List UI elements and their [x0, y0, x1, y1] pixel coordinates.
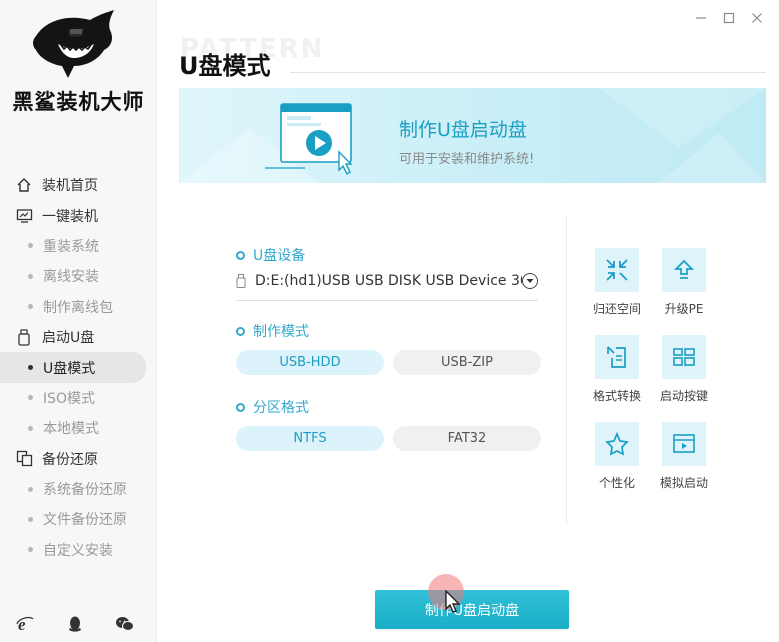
tool-personalize[interactable]: 个性化 — [582, 422, 652, 497]
usb-drive-icon — [15, 328, 33, 346]
close-icon[interactable] — [749, 10, 765, 26]
sidebar-item-label: 制作离线包 — [43, 299, 113, 316]
personalize-icon — [595, 422, 639, 466]
partition-fat32-option[interactable]: FAT32 — [393, 426, 541, 451]
sidebar-item-custom-install[interactable]: 自定义安装 — [0, 535, 157, 565]
create-boot-usb-button[interactable]: 制作U盘启动盘 — [375, 590, 569, 629]
banner-subtitle: 可用于安装和维护系统! — [399, 152, 535, 167]
shrink-icon — [595, 248, 639, 292]
sidebar-item-label: 重装系统 — [43, 238, 99, 255]
banner-title: 制作U盘启动盘 — [399, 119, 527, 141]
tool-label: 启动按键 — [659, 389, 708, 403]
make-mode-label: 制作模式 — [236, 321, 309, 341]
convert-icon — [595, 335, 639, 379]
device-underline — [236, 300, 538, 301]
sidebar-item-label: 系统备份还原 — [43, 482, 127, 499]
tool-simulate-boot[interactable]: 模拟启动 — [649, 422, 719, 497]
partition-format-label: 分区格式 — [236, 397, 309, 417]
chevron-down-icon[interactable] — [522, 273, 538, 289]
vertical-divider — [566, 215, 567, 525]
tool-label: 格式转换 — [592, 389, 641, 403]
sidebar-footer: e — [0, 606, 157, 642]
bullet-icon — [28, 547, 33, 553]
sidebar-item-one-click-install[interactable]: 一键装机 — [0, 200, 157, 230]
sidebar-item-make-offline-package[interactable]: 制作离线包 — [0, 292, 157, 322]
partition-ntfs-option[interactable]: NTFS — [236, 426, 384, 451]
sidebar-item-label: 离线安装 — [43, 269, 99, 286]
app-logo: 黑鲨装机大师 — [0, 0, 157, 120]
tool-label: 升级PE — [664, 302, 704, 316]
sidebar-item-label: 启动U盘 — [42, 330, 95, 347]
tool-label: 归还空间 — [592, 302, 641, 316]
sidebar-item-label: 装机首页 — [42, 178, 98, 195]
sidebar-item-offline-install[interactable]: 离线安装 — [0, 261, 157, 291]
bullet-icon — [28, 516, 33, 522]
simulate-boot-icon — [662, 422, 706, 466]
sidebar-item-usb-mode[interactable]: U盘模式 — [0, 352, 146, 383]
video-player-illustration-icon — [265, 103, 353, 176]
sidebar-item-label: 本地模式 — [43, 421, 99, 438]
bullet-icon — [28, 486, 33, 492]
tool-reclaim-space[interactable]: 归还空间 — [582, 248, 652, 323]
ring-icon — [236, 326, 245, 336]
shark-logo-icon — [33, 10, 114, 78]
sidebar-item-boot-usb[interactable]: 启动U盘 — [0, 322, 157, 352]
sidebar-item-backup-restore[interactable]: 备份还原 — [0, 444, 157, 474]
tool-upgrade-pe[interactable]: 升级PE — [649, 248, 719, 323]
bullet-icon — [28, 243, 33, 249]
sidebar-item-reinstall-system[interactable]: 重装系统 — [0, 231, 157, 261]
sidebar-item-label: 备份还原 — [42, 451, 98, 468]
monitor-icon — [15, 207, 33, 225]
bullet-icon — [28, 304, 33, 310]
wechat-icon[interactable] — [100, 616, 150, 632]
mode-usb-hdd-option[interactable]: USB-HDD — [236, 350, 384, 375]
backup-icon — [15, 450, 33, 468]
usb-device-label-text: U盘设备 — [253, 248, 306, 264]
title-divider — [290, 72, 766, 73]
make-mode-label-text: 制作模式 — [253, 324, 309, 340]
feature-banner: 制作U盘启动盘 可用于安装和维护系统! — [179, 88, 766, 183]
sidebar-item-label: ISO模式 — [43, 390, 96, 407]
mode-usb-zip-option[interactable]: USB-ZIP — [393, 350, 541, 375]
restore-icon[interactable] — [721, 10, 737, 26]
upgrade-icon — [662, 248, 706, 292]
bullet-icon — [28, 425, 33, 431]
sidebar-item-file-backup[interactable]: 文件备份还原 — [0, 504, 157, 534]
partition-format-label-text: 分区格式 — [253, 400, 309, 416]
ring-icon — [236, 402, 245, 412]
sidebar-item-label: 自定义安装 — [43, 542, 113, 559]
bullet-icon — [28, 395, 33, 401]
tool-boot-keys[interactable]: 启动按键 — [649, 335, 719, 410]
ring-icon — [236, 250, 245, 260]
sidebar: 黑鲨装机大师 装机首页 一键装机 重装系统 离线安装 制作离线包 启动U盘 U盘… — [0, 0, 157, 642]
minimize-icon[interactable] — [693, 10, 709, 26]
tool-label: 模拟启动 — [659, 476, 708, 490]
sidebar-item-label: U盘模式 — [43, 360, 96, 377]
window-controls — [693, 10, 765, 26]
tool-label: 个性化 — [598, 476, 635, 490]
bullet-icon — [28, 365, 33, 371]
page-title: U盘模式 — [179, 52, 271, 80]
mouse-cursor-icon — [445, 590, 461, 613]
bullet-icon — [28, 273, 33, 279]
usb-device-label: U盘设备 — [236, 245, 305, 265]
qq-icon[interactable] — [50, 615, 100, 633]
sidebar-item-label: 一键装机 — [42, 208, 98, 225]
keys-icon — [662, 335, 706, 379]
sidebar-item-label: 文件备份还原 — [43, 512, 127, 529]
sidebar-item-local-mode[interactable]: 本地模式 — [0, 413, 157, 443]
home-icon — [15, 176, 33, 194]
usb-device-select[interactable]: D:E:(hd1)USB USB DISK USB Device 30 — [236, 268, 538, 294]
usb-stick-icon — [236, 274, 246, 288]
sidebar-nav: 装机首页 一键装机 重装系统 离线安装 制作离线包 启动U盘 U盘模式 ISO模… — [0, 170, 157, 565]
ie-browser-icon[interactable]: e — [0, 615, 50, 633]
tool-format-convert[interactable]: 格式转换 — [582, 335, 652, 410]
usb-device-value: D:E:(hd1)USB USB DISK USB Device 30 — [255, 273, 522, 289]
sidebar-item-home[interactable]: 装机首页 — [0, 170, 157, 200]
sidebar-item-iso-mode[interactable]: ISO模式 — [0, 383, 157, 413]
app-name: 黑鲨装机大师 — [12, 90, 145, 114]
sidebar-item-system-backup[interactable]: 系统备份还原 — [0, 474, 157, 504]
